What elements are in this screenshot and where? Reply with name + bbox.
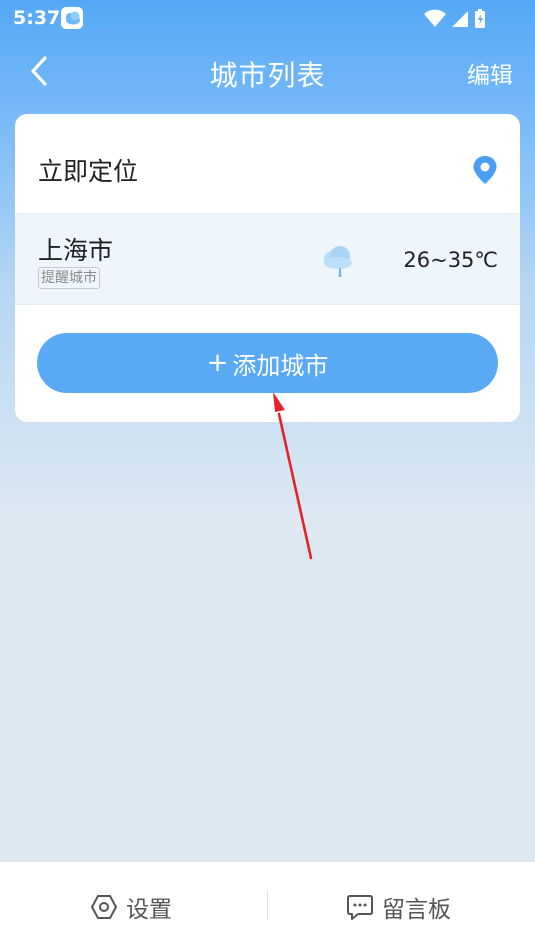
status-bar: 5:37	[0, 0, 535, 36]
status-indicators	[423, 8, 495, 34]
tab-message-board[interactable]: 留言板	[346, 862, 451, 951]
plus-icon: +	[206, 348, 229, 378]
light-rain-cloud-icon	[324, 246, 352, 278]
temperature-range: 26~35℃	[403, 248, 498, 272]
add-city-label: 添加城市	[232, 351, 329, 380]
battery-icon	[475, 9, 485, 28]
location-pin-icon	[473, 156, 497, 184]
signal-icon	[452, 11, 468, 27]
city-name: 上海市	[38, 236, 114, 265]
add-city-button[interactable]: + 添加城市	[37, 333, 498, 393]
tab-message-board-label: 留言板	[382, 896, 451, 923]
edit-button[interactable]: 编辑	[467, 56, 513, 90]
locate-now-row[interactable]: 立即定位	[15, 114, 520, 213]
page-title: 城市列表	[209, 59, 326, 92]
status-time: 5:37	[13, 7, 61, 29]
bottom-tab-bar: 设置 留言板	[0, 862, 535, 951]
tab-divider	[267, 890, 268, 920]
settings-hexagon-icon	[91, 894, 117, 919]
chat-bubble-icon	[347, 894, 373, 920]
tab-settings[interactable]: 设置	[90, 862, 172, 951]
city-list-card: 立即定位 上海市 提醒城市 26~35℃ + 添加城市	[15, 114, 520, 422]
weather-app-notification-icon	[61, 7, 83, 29]
header: 城市列表 编辑	[0, 40, 535, 102]
city-row[interactable]: 上海市 提醒城市 26~35℃	[15, 213, 520, 305]
reminder-city-tag: 提醒城市	[38, 267, 100, 289]
wifi-icon	[424, 9, 446, 27]
tab-settings-label: 设置	[126, 896, 172, 923]
locate-now-label: 立即定位	[38, 157, 139, 186]
